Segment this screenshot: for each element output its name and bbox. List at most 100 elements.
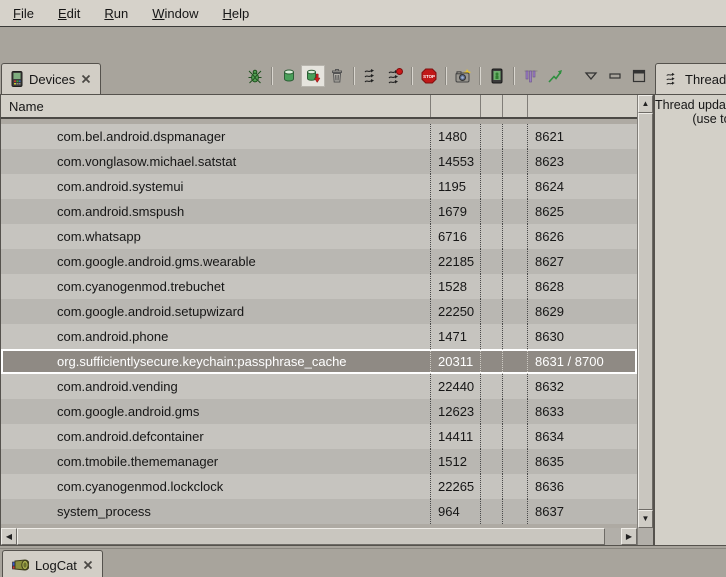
horizontal-scrollbar[interactable]: ◀ ▶: [1, 528, 637, 545]
table-row[interactable]: com.android.phone 1471 8630: [1, 324, 637, 349]
threads-panel: Threads Thread updates not enabled for s…: [654, 58, 726, 548]
empty-cell: [480, 199, 502, 224]
scroll-up-icon[interactable]: ▲: [638, 95, 653, 113]
table-row[interactable]: com.tmobile.thememanager 1512 8635: [1, 449, 637, 474]
method-profiling-icon: [387, 68, 403, 84]
screen-capture-button[interactable]: [451, 65, 475, 87]
toolbar-separator: [513, 67, 515, 85]
minimize-button[interactable]: [603, 65, 627, 87]
trash-icon: [329, 68, 345, 84]
toolbar-separator: [411, 67, 413, 85]
devices-table: Name com.bel.android.dspmanager 1480 862…: [0, 94, 654, 546]
empty-cell: [502, 399, 527, 424]
table-header-row: Name: [1, 95, 637, 119]
tab-logcat-label: LogCat: [35, 558, 77, 573]
port-cell: 8626: [527, 224, 637, 249]
column-header-pid[interactable]: [430, 95, 480, 117]
table-row[interactable]: com.cyanogenmod.trebuchet 1528 8628: [1, 274, 637, 299]
empty-cell: [502, 124, 527, 149]
threads-icon: [363, 68, 379, 84]
empty-cell: [480, 299, 502, 324]
table-row[interactable]: com.bel.android.dspmanager 1480 8621: [1, 124, 637, 149]
port-cell: 8621: [527, 124, 637, 149]
start-method-profiling-button[interactable]: [383, 65, 407, 87]
toolbar-separator: [353, 67, 355, 85]
close-icon[interactable]: [83, 560, 93, 570]
table-row[interactable]: com.cyanogenmod.lockclock 22265 8636: [1, 474, 637, 499]
table-row[interactable]: com.android.smspush 1679 8625: [1, 199, 637, 224]
empty-cell: [502, 374, 527, 399]
reset-adb-button[interactable]: [485, 65, 509, 87]
empty-cell: [480, 399, 502, 424]
port-cell: 8629: [527, 299, 637, 324]
scroll-down-icon[interactable]: ▼: [638, 510, 653, 528]
pid-cell: 14411: [430, 424, 480, 449]
empty-toolbar-strip: [0, 27, 726, 58]
debug-attach-button[interactable]: [243, 65, 267, 87]
column-header-port[interactable]: [527, 95, 637, 117]
menu-run[interactable]: Run: [97, 4, 135, 23]
tab-logcat[interactable]: LogCat: [2, 550, 103, 577]
pid-cell: 964: [430, 499, 480, 524]
empty-cell: [502, 449, 527, 474]
table-row[interactable]: com.google.android.gms.wearable 22185 86…: [1, 249, 637, 274]
toolbar-separator: [271, 67, 273, 85]
threads-tab-icon: [665, 72, 679, 86]
scroll-right-icon[interactable]: ▶: [621, 528, 637, 545]
scrollbar-track[interactable]: [605, 528, 621, 545]
systrace-button[interactable]: [543, 65, 567, 87]
menu-edit[interactable]: Edit: [51, 4, 87, 23]
toolbar-separator: [479, 67, 481, 85]
devices-view-header: Devices: [0, 58, 654, 94]
table-row[interactable]: com.google.android.setupwizard 22250 862…: [1, 299, 637, 324]
maximize-button[interactable]: [627, 65, 651, 87]
devices-toolbar: STOP: [243, 58, 654, 94]
view-menu-button[interactable]: [579, 65, 603, 87]
table-row[interactable]: com.android.defcontainer 14411 8634: [1, 424, 637, 449]
table-row[interactable]: com.android.systemui 1195 8624: [1, 174, 637, 199]
tab-devices[interactable]: Devices: [1, 63, 101, 94]
pid-cell: 1480: [430, 124, 480, 149]
green-arrow-icon: [547, 68, 563, 84]
empty-cell: [480, 449, 502, 474]
table-row[interactable]: com.vonglasow.michael.satstat 14553 8623: [1, 149, 637, 174]
empty-cell: [502, 199, 527, 224]
process-name-cell: com.cyanogenmod.trebuchet: [1, 274, 430, 299]
pid-cell: 1471: [430, 324, 480, 349]
menu-file[interactable]: File: [6, 4, 41, 23]
dump-hprof-button[interactable]: [301, 65, 325, 87]
sysinfo-button[interactable]: [519, 65, 543, 87]
empty-cell: [502, 299, 527, 324]
table-row[interactable]: com.whatsapp 6716 8626: [1, 224, 637, 249]
column-header-blank2[interactable]: [502, 95, 527, 117]
table-row[interactable]: com.android.vending 22440 8632: [1, 374, 637, 399]
process-name-cell: com.vonglasow.michael.satstat: [1, 149, 430, 174]
stop-process-button[interactable]: STOP: [417, 65, 441, 87]
process-name-cell: org.sufficientlysecure.keychain:passphra…: [1, 349, 430, 374]
scroll-left-icon[interactable]: ◀: [1, 528, 17, 545]
update-heap-button[interactable]: [277, 65, 301, 87]
empty-cell: [502, 424, 527, 449]
process-name-cell: com.google.android.gms: [1, 399, 430, 424]
column-header-name[interactable]: Name: [1, 95, 430, 117]
menu-help[interactable]: Help: [215, 4, 256, 23]
column-header-blank1[interactable]: [480, 95, 502, 117]
table-row[interactable]: system_process 964 8637: [1, 499, 637, 524]
ddms-window: File Edit Run Window Help Devices: [0, 0, 726, 577]
close-icon[interactable]: [81, 74, 91, 84]
update-threads-button[interactable]: [359, 65, 383, 87]
table-row[interactable]: org.sufficientlysecure.keychain:passphra…: [1, 349, 637, 374]
empty-cell: [502, 349, 527, 374]
tab-threads[interactable]: Threads: [655, 63, 726, 94]
table-row[interactable]: com.google.android.gms 12623 8633: [1, 399, 637, 424]
empty-cell: [502, 149, 527, 174]
port-cell: 8634: [527, 424, 637, 449]
port-cell: 8635: [527, 449, 637, 474]
pid-cell: 22185: [430, 249, 480, 274]
horizontal-scrollbar-thumb[interactable]: [17, 528, 605, 545]
vertical-scrollbar-thumb[interactable]: [638, 113, 653, 510]
cause-gc-button[interactable]: [325, 65, 349, 87]
stop-sign-icon: STOP: [421, 68, 437, 84]
menu-window[interactable]: Window: [145, 4, 205, 23]
vertical-scrollbar[interactable]: ▲ ▼: [637, 95, 653, 528]
